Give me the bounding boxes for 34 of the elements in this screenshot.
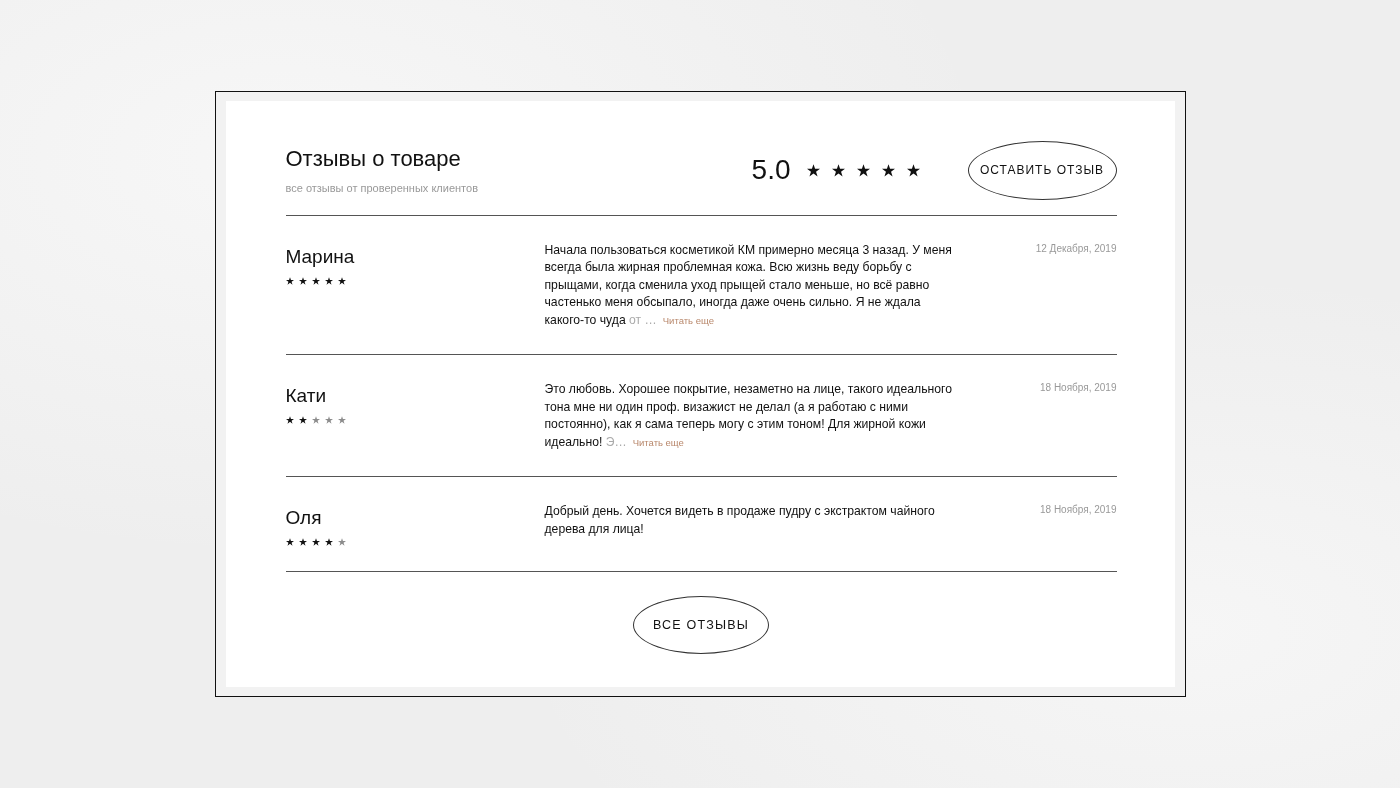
star-icon bbox=[856, 163, 870, 177]
star-icon bbox=[285, 416, 294, 425]
reviewer-name: Оля bbox=[285, 506, 323, 530]
star-icon bbox=[285, 538, 294, 547]
review-text: Добрый день. Хочется видеть в продаже пудру с экстрактом чайного дерева для лица! bbox=[544, 503, 936, 538]
leave-review-button[interactable]: ОСТАВИТЬ ОТЗЫВ bbox=[967, 140, 1117, 200]
star-icon bbox=[881, 163, 895, 177]
review-text: Это любовь. Хорошее покрытие, незаметно на лице, такого идеального тона мне ни один проф. визажист не делал (а я работаю с ними постоянно), как я сама теперь могу с этим тоном! Для жирной кожи идеально! Э… Читать еще bbox=[544, 381, 953, 451]
section-title: Отзывы о товаре bbox=[285, 145, 462, 172]
star-icon bbox=[311, 276, 320, 285]
star-icon bbox=[311, 538, 320, 547]
reviewer-name: Кати bbox=[285, 384, 328, 408]
star-icon bbox=[324, 276, 333, 285]
star-icon bbox=[298, 538, 307, 547]
review-date: 18 Ноября, 2019 bbox=[1040, 381, 1117, 396]
review-date: 12 Декабря, 2019 bbox=[1035, 241, 1117, 256]
average-rating: 5.0 bbox=[751, 154, 791, 187]
star-icon bbox=[831, 163, 845, 177]
all-reviews-button[interactable]: ВСЕ ОТЗЫВЫ bbox=[633, 596, 769, 655]
star-icon bbox=[324, 538, 333, 547]
star-icon bbox=[906, 163, 920, 177]
star-icon bbox=[806, 163, 820, 177]
star-icon bbox=[298, 276, 307, 285]
section-subtitle: все отзывы от проверенных клиентов bbox=[285, 181, 478, 195]
review-text: Начала пользоваться косметикой КМ примерно месяца 3 назад. У меня всегда была жирная проблемная кожа. Всю жизнь веду борьбу с прыщами, когда сменила уход прыщей стало меньше, но всё равно частенько меня обсыпало, иногда даже очень сильно. Я не ждала какого-то чуда от … Читать еще bbox=[544, 241, 953, 329]
reviewer-name: Марина bbox=[285, 244, 356, 268]
empty-star-icon bbox=[337, 416, 346, 425]
review-date: 18 Ноября, 2019 bbox=[1040, 503, 1117, 518]
empty-star-icon bbox=[337, 538, 346, 547]
empty-star-icon bbox=[311, 416, 320, 425]
star-icon bbox=[298, 416, 307, 425]
empty-star-icon bbox=[324, 416, 333, 425]
star-icon bbox=[337, 276, 346, 285]
star-icon bbox=[285, 276, 294, 285]
